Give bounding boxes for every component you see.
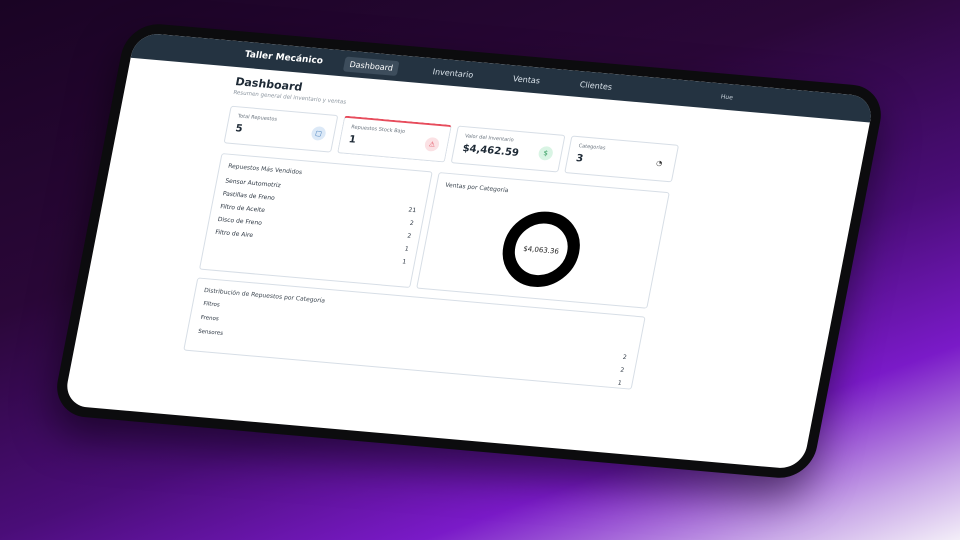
tablet-frame: Taller Mecánico Dashboard Inventario Ven…	[51, 21, 887, 481]
top-parts-panel: Repuestos Más Vendidos Sensor Automotriz…	[198, 153, 433, 289]
donut-svg: $4,063.36	[502, 211, 580, 287]
user-menu[interactable]: Hue	[720, 93, 733, 101]
stat-card-inventory-value[interactable]: Valor del Inventario $4,462.59 $	[450, 125, 566, 173]
distribution-labels: Filtros Frenos Sensores	[196, 301, 229, 345]
nav-clientes[interactable]: Clientes	[574, 76, 619, 94]
donut-center-label: $4,063.36	[523, 244, 561, 256]
list-item: Sensores	[197, 328, 224, 337]
list-value: 2	[622, 353, 628, 362]
nav-inventario[interactable]: Inventario	[426, 63, 479, 82]
app-screen: Taller Mecánico Dashboard Inventario Ven…	[63, 32, 875, 470]
stat-card-low-stock[interactable]: Repuestos Stock Bajo 1 ⚠	[337, 115, 452, 163]
distribution-values: 2 2 1	[616, 354, 627, 393]
list-value: 2	[619, 366, 625, 374]
nav-dashboard[interactable]: Dashboard	[343, 56, 400, 76]
list-value: 1	[617, 379, 623, 387]
donut-chart: $4,063.36	[427, 200, 656, 298]
brand-title[interactable]: Taller Mecánico	[244, 50, 324, 67]
stat-card-categories[interactable]: Categorías 3 ◔	[564, 135, 680, 183]
main-content: Dashboard Resumen general del inventario…	[183, 71, 686, 390]
sales-category-panel: Ventas por Categoría $4,063.36	[416, 172, 670, 309]
nav-ventas[interactable]: Ventas	[507, 70, 547, 88]
stat-card-total[interactable]: Total Repuestos 5 ▢	[223, 105, 339, 153]
